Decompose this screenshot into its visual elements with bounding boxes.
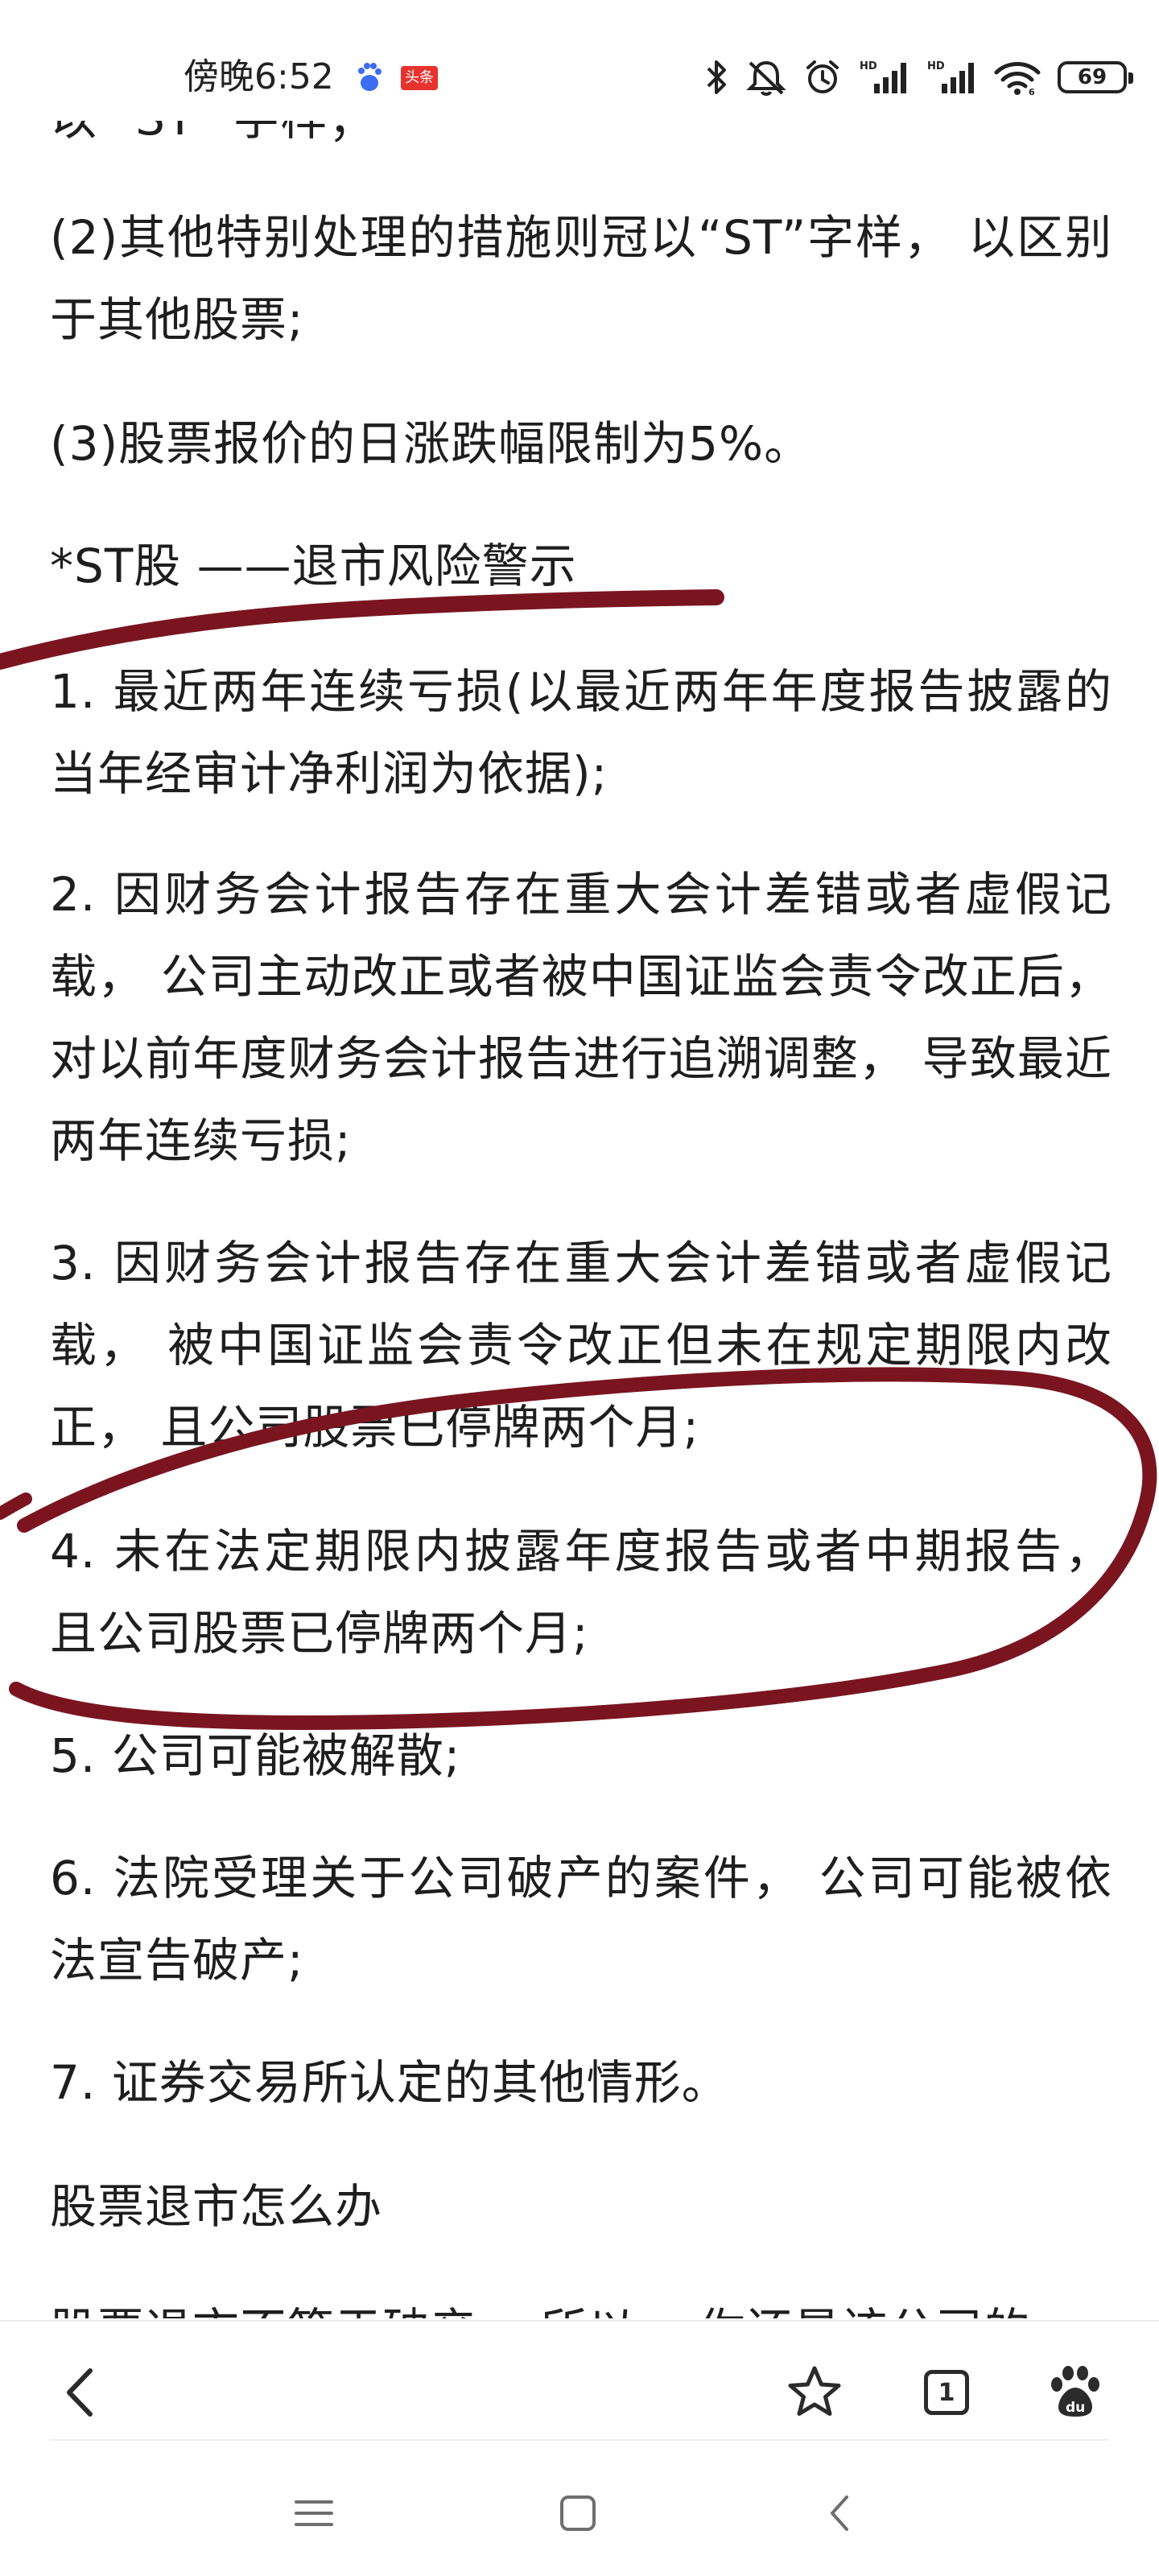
article-heading-st: *ST股 ——退市风险警示 [50, 539, 577, 593]
battery-indicator: 69 [1058, 61, 1133, 93]
article-content: 以 "ST" 字样； (2)其他特别处理的措施则冠以“ST”字样， 以区别于其他… [0, 0, 1159, 2318]
home-button[interactable] [538, 2473, 618, 2553]
home-square-icon [560, 2496, 596, 2531]
alarm-icon [806, 60, 839, 93]
recent-apps-button[interactable] [274, 2473, 354, 2553]
back-button[interactable] [40, 2352, 121, 2433]
mute-bell-icon [746, 60, 786, 96]
svg-text:du: du [1066, 2400, 1085, 2416]
tabs-icon: 1 [924, 2370, 969, 2415]
svg-text:6: 6 [1029, 87, 1035, 97]
article-paragraph-1: (2)其他特别处理的措施则冠以“ST”字样， 以区别于其他股票; [50, 210, 1112, 347]
system-back-button[interactable] [800, 2473, 881, 2553]
article-paragraph-9: 7. 证券交易所认定的其他情形。 [50, 2055, 729, 2110]
back-arrow-icon [67, 2368, 93, 2417]
article-paragraph-5: 3. 因财务会计报告存在重大会计差错或者虚假记载， 被中国证监会责令改正但未在规… [50, 1236, 1112, 1455]
baidu-notification-icon [358, 63, 382, 91]
back-chevron-icon [831, 2496, 848, 2531]
article-paragraph-7: 5. 公司可能被解散; [50, 1728, 461, 1783]
tab-count: 1 [938, 2378, 955, 2407]
star-icon [788, 2366, 841, 2416]
svg-text:HD: HD [860, 60, 877, 72]
wifi-icon: 6 [994, 62, 1041, 97]
svg-text:HD: HD [927, 60, 945, 72]
tabs-button[interactable]: 1 [906, 2352, 987, 2433]
menu-icon [295, 2500, 333, 2526]
cellular-signal-hd-icon-2: HD [927, 60, 974, 93]
bluetooth-icon [707, 60, 726, 94]
status-time: 傍晚6:52 [184, 56, 334, 97]
toolbar-divider [50, 2439, 1109, 2441]
status-icons: HD HD 6 69 [705, 56, 1133, 98]
article-paragraph-8: 6. 法院受理关于公司破产的案件， 公司可能被依法宣告破产; [50, 1851, 1112, 1988]
article-paragraph-2: (3)股票报价的日涨跌幅限制为5%。 [50, 416, 812, 471]
baidu-paw-icon: du [1051, 2366, 1099, 2417]
article-subheading: 股票退市怎么办 [50, 2179, 383, 2234]
system-nav-bar [0, 2457, 1159, 2576]
screen: 以 "ST" 字样； (2)其他特别处理的措施则冠以“ST”字样， 以区别于其他… [0, 0, 1159, 2576]
article-paragraph-3: 1. 最近两年连续亏损(以最近两年年度报告披露的当年经审计净利润为依据); [50, 664, 1112, 801]
favorite-button[interactable] [774, 2352, 855, 2433]
battery-level: 69 [1077, 65, 1107, 89]
baidu-home-button[interactable]: du [1035, 2352, 1116, 2433]
article-paragraph-4: 2. 因财务会计报告存在重大会计差错或者虚假记 载， 公司主动改正或者被中国证监… [50, 867, 1112, 1168]
news-app-notification-icon: 头条 [401, 66, 438, 90]
cellular-signal-hd-icon: HD [860, 60, 906, 93]
status-bar: 傍晚6:52 头条 HD HD 6 69 [0, 0, 1159, 121]
article-paragraph-10: 股票退市不等于破产， 所以， 你还是该公司的 [50, 2289, 1112, 2318]
article-paragraph-6: 4. 未在法定期限内披露年度报告或者中期报告， 且公司股票已停牌两个月; [50, 1524, 1112, 1661]
browser-toolbar: 1 du [0, 2320, 1159, 2458]
